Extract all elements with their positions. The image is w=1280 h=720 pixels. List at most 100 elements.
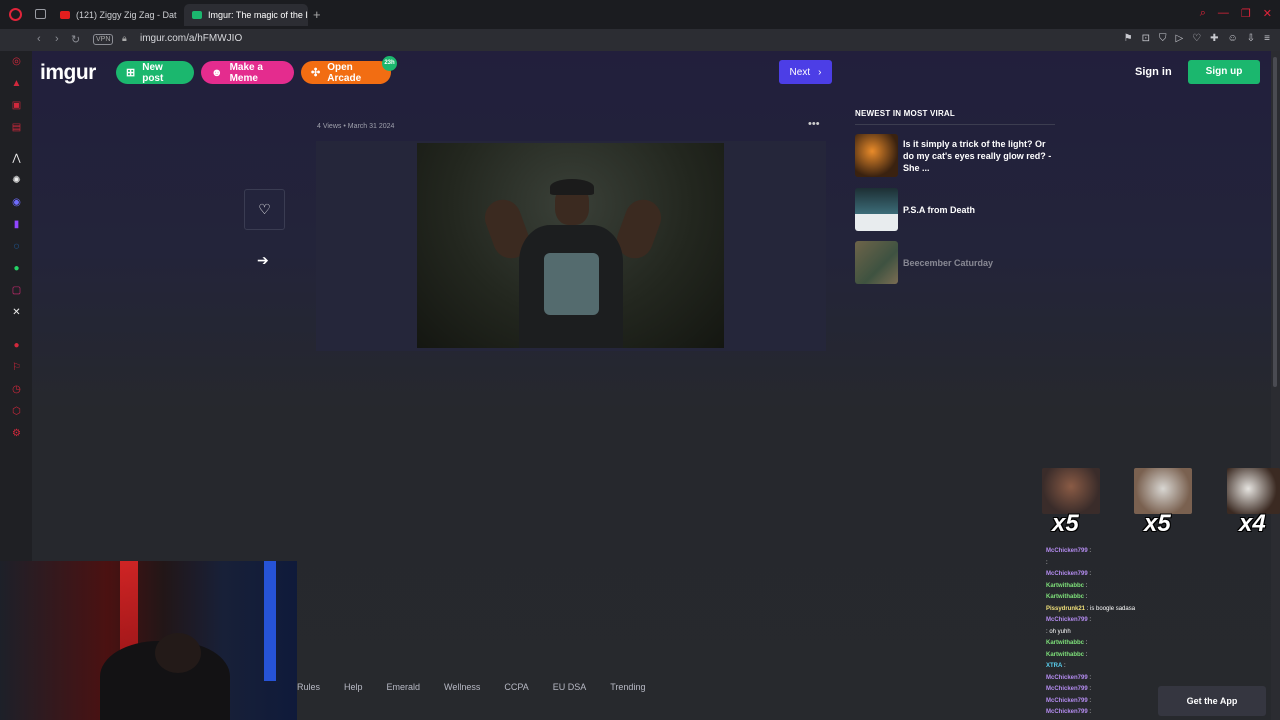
scrollbar-thumb[interactable] bbox=[1273, 57, 1277, 387]
share-icon[interactable]: ➔ bbox=[257, 252, 269, 269]
snapshot-icon[interactable]: ⊡ bbox=[1142, 33, 1150, 44]
chat-text: : bbox=[1085, 640, 1088, 646]
footer-link-help[interactable]: Help bbox=[344, 682, 363, 692]
viral-item[interactable]: P.S.A from Death bbox=[855, 188, 1055, 232]
reload-icon[interactable]: ↻ bbox=[71, 33, 80, 46]
lock-icon[interactable]: 🔒︎ bbox=[122, 33, 127, 44]
footer-link-trending[interactable]: Trending bbox=[610, 682, 645, 692]
messages-icon[interactable]: ▣ bbox=[11, 100, 22, 111]
discord-icon[interactable]: ◉ bbox=[11, 197, 22, 208]
settings-icon[interactable]: ⚙ bbox=[11, 428, 22, 439]
gamepad-icon: ✣ bbox=[311, 67, 321, 79]
aria-icon[interactable]: ◎ bbox=[11, 56, 22, 67]
history-icon[interactable]: ◷ bbox=[11, 384, 22, 395]
address-bar: ‹ › ↻ VPN 🔒︎ imgur.com/a/hFMWJIO ⚑ ⊡ ⛉ ▷… bbox=[0, 29, 1280, 51]
viral-thumbnail bbox=[855, 241, 898, 284]
tab-youtube[interactable]: (121) Ziggy Zig Zag - Dat bbox=[52, 4, 180, 26]
opera-menu-icon[interactable] bbox=[9, 8, 22, 21]
arcade-badge: 23h bbox=[382, 56, 397, 71]
tab-islands-icon[interactable] bbox=[35, 9, 46, 19]
player-icon[interactable]: ▤ bbox=[11, 122, 22, 133]
footer-link-wellness[interactable]: Wellness bbox=[444, 682, 480, 692]
more-options-icon[interactable]: ••• bbox=[808, 118, 820, 130]
make-meme-label: Make a Meme bbox=[229, 61, 263, 84]
open-arcade-button[interactable]: ✣ Open Arcade bbox=[301, 61, 391, 84]
chat-message: Kartwithabbc : bbox=[1046, 650, 1226, 662]
shield-icon[interactable]: ⛉ bbox=[1159, 33, 1167, 44]
new-post-button[interactable]: ⊞ New post bbox=[116, 61, 194, 84]
forward-icon[interactable]: › bbox=[55, 33, 59, 45]
heart-icon[interactable]: ♡ bbox=[1192, 33, 1201, 44]
chat-message: McChicken799 : bbox=[1046, 696, 1226, 708]
menu-icon[interactable]: ≡ bbox=[1264, 33, 1270, 44]
footer-link-emerald[interactable]: Emerald bbox=[387, 682, 421, 692]
back-icon[interactable]: ‹ bbox=[37, 33, 41, 45]
emote-image bbox=[1134, 468, 1192, 514]
footer-links: Rules Help Emerald Wellness CCPA EU DSA … bbox=[297, 682, 645, 692]
imgur-logo[interactable]: imgur bbox=[40, 61, 96, 85]
tab-imgur[interactable]: Imgur: The magic of the I bbox=[184, 4, 308, 26]
next-button[interactable]: Next › bbox=[779, 60, 832, 84]
viral-item[interactable]: Beecember Caturday bbox=[855, 241, 1055, 285]
chat-message: Pissydrunk21 : is boogle sadasa bbox=[1046, 604, 1226, 616]
extensions-sidebar-icon[interactable]: ⬡ bbox=[11, 406, 22, 417]
chatgpt-icon[interactable]: ✺ bbox=[11, 175, 22, 186]
page-scrollbar[interactable] bbox=[1271, 51, 1280, 720]
chat-username: McChicken799 bbox=[1046, 548, 1088, 554]
play-icon[interactable]: ▷ bbox=[1175, 33, 1183, 44]
emote-image bbox=[1042, 468, 1100, 514]
post-video[interactable] bbox=[417, 143, 724, 348]
instagram-icon[interactable]: ▢ bbox=[11, 285, 22, 296]
vpn-badge[interactable]: VPN bbox=[93, 34, 114, 45]
maximize-icon[interactable]: ❐ bbox=[1241, 7, 1251, 20]
sign-in-link[interactable]: Sign in bbox=[1135, 66, 1172, 78]
chat-message: : bbox=[1046, 558, 1226, 570]
window-controls: ⌕ — ❐ ✕ bbox=[1200, 7, 1272, 20]
blue-light-strip bbox=[264, 561, 276, 681]
arc-icon[interactable]: ⋀ bbox=[11, 153, 22, 164]
bookmarks-icon[interactable]: ● bbox=[11, 340, 22, 351]
footer-link-rules[interactable]: Rules bbox=[297, 682, 320, 692]
chat-username: Kartwithabbc bbox=[1046, 651, 1085, 658]
stream-chat: McChicken799 : : McChicken799 : Kartwithab… bbox=[1046, 546, 1226, 719]
minimize-icon[interactable]: — bbox=[1218, 7, 1229, 20]
pinboard-icon[interactable]: ⚐ bbox=[11, 362, 22, 373]
chat-text: : bbox=[1064, 663, 1066, 669]
url-field[interactable]: imgur.com/a/hFMWJIO bbox=[140, 33, 242, 44]
chat-username: Kartwithabbc bbox=[1046, 594, 1085, 600]
chat-message: McChicken799 : bbox=[1046, 673, 1226, 685]
viral-section-title: NEWEST IN MOST VIRAL bbox=[855, 109, 955, 118]
emote-combo: x4 bbox=[1227, 468, 1280, 540]
favorite-button[interactable]: ♡ bbox=[244, 189, 285, 230]
make-meme-button[interactable]: ☻ Make a Meme bbox=[201, 61, 294, 84]
crypto-wallet-icon[interactable]: ▲ bbox=[11, 78, 22, 89]
tab-label: (121) Ziggy Zig Zag - Dat bbox=[76, 10, 177, 20]
x-icon[interactable]: ✕ bbox=[11, 307, 22, 318]
messenger-icon[interactable]: ◌ bbox=[11, 241, 22, 252]
chat-message: XTRA : bbox=[1046, 661, 1226, 673]
close-icon[interactable]: ✕ bbox=[1263, 7, 1272, 20]
new-tab-button[interactable]: + bbox=[313, 7, 321, 22]
viral-item-title: Beecember Caturday bbox=[903, 257, 994, 268]
footer-link-ccpa[interactable]: CCPA bbox=[504, 682, 528, 692]
chat-text: : bbox=[1085, 651, 1088, 658]
footer-link-eu-dsa[interactable]: EU DSA bbox=[553, 682, 587, 692]
heart-icon: ♡ bbox=[258, 201, 271, 217]
sign-up-button[interactable]: Sign up bbox=[1188, 60, 1260, 84]
download-icon[interactable]: ⇩ bbox=[1247, 33, 1255, 44]
post-date: March 31 2024 bbox=[347, 123, 395, 130]
viral-thumbnail bbox=[855, 188, 898, 231]
search-tabs-icon[interactable]: ⌕ bbox=[1200, 7, 1206, 20]
chat-message: McChicken799 : bbox=[1046, 684, 1226, 696]
viral-item[interactable]: Is it simply a trick of the light? Or do… bbox=[855, 134, 1055, 178]
video-figure-cap bbox=[550, 179, 594, 195]
profile-icon[interactable]: ☺ bbox=[1228, 33, 1238, 44]
next-label: Next bbox=[789, 66, 811, 78]
emote-combo: x5 bbox=[1042, 468, 1100, 540]
whatsapp-icon[interactable]: ● bbox=[11, 263, 22, 274]
twitch-icon[interactable]: ▮ bbox=[11, 219, 22, 230]
chat-message: McChicken799 : bbox=[1046, 546, 1226, 558]
bookmark-icon[interactable]: ⚑ bbox=[1124, 33, 1133, 44]
chat-username: Pissydrunk21 bbox=[1046, 605, 1086, 612]
extensions-icon[interactable]: ✚ bbox=[1210, 33, 1218, 44]
